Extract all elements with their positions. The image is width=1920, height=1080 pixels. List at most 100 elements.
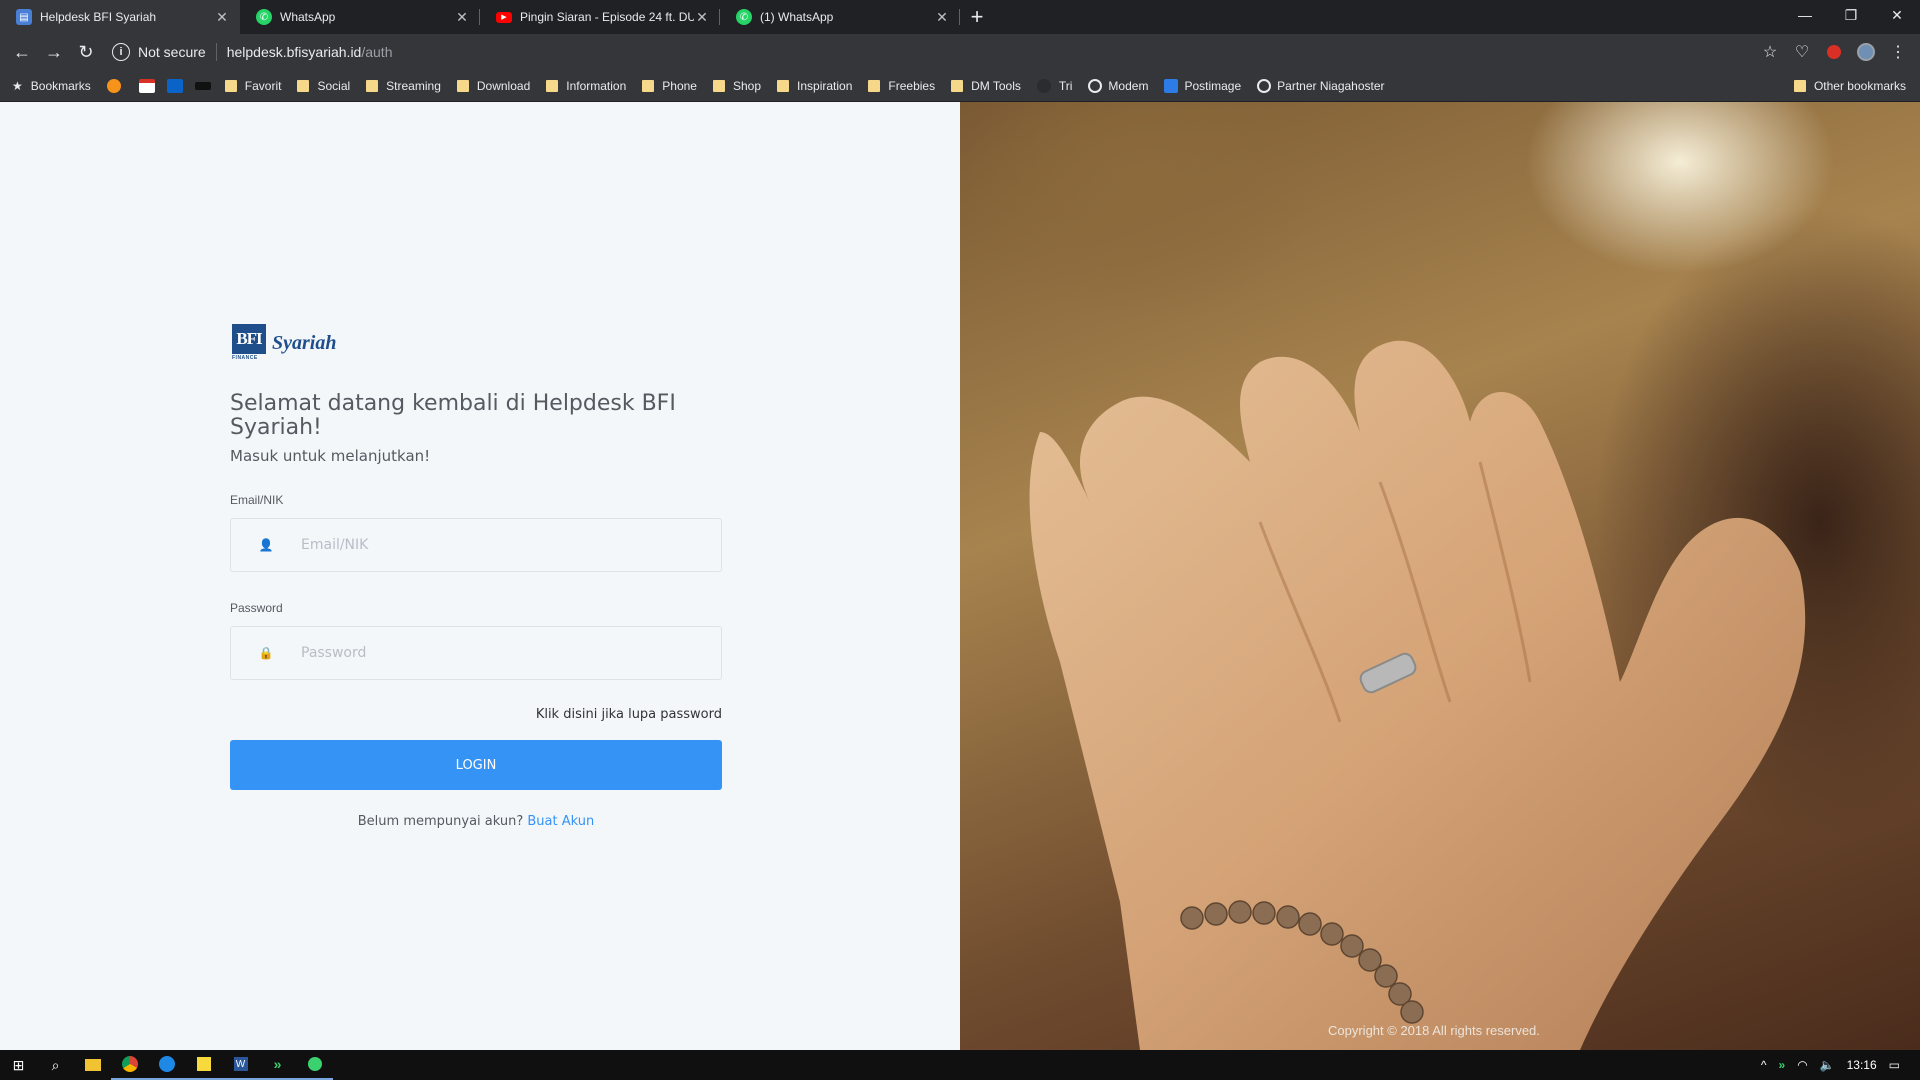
- bookmark-label: Phone: [662, 78, 697, 93]
- bookmark-gmail[interactable]: [138, 78, 155, 93]
- chrome-icon[interactable]: [111, 1050, 148, 1080]
- tab-whatsapp-2[interactable]: ✆ (1) WhatsApp ✕: [720, 0, 960, 34]
- password-input[interactable]: [301, 645, 681, 661]
- page-subtitle: Masuk untuk melanjutkan!: [230, 447, 431, 465]
- bookmark-folder[interactable]: Freebies: [868, 79, 935, 93]
- info-icon[interactable]: i: [112, 43, 130, 61]
- folder-icon: [297, 79, 310, 92]
- toolbar-actions: ☆ ♡ ⋮: [1754, 36, 1914, 68]
- youtube-icon: ▶: [496, 11, 512, 23]
- bookmark-media[interactable]: [194, 81, 211, 90]
- address-bar[interactable]: i Not secure helpdesk.bfisyariah.id/auth: [112, 38, 1754, 66]
- bookmark-star-icon[interactable]: ☆: [1754, 36, 1786, 68]
- menu-icon[interactable]: ⋮: [1882, 36, 1914, 68]
- word-icon[interactable]: W: [222, 1050, 259, 1080]
- folder-icon: [366, 79, 379, 92]
- bookmark-label: Streaming: [386, 78, 441, 93]
- bookmark-postimage[interactable]: Postimage: [1164, 78, 1242, 93]
- forgot-password-link[interactable]: Klik disini jika lupa password: [536, 707, 722, 722]
- bookmark-folder[interactable]: Phone: [642, 79, 697, 93]
- pocket-icon[interactable]: ♡: [1786, 36, 1818, 68]
- bookmark-tri[interactable]: Tri: [1036, 78, 1073, 93]
- folder-icon: [712, 79, 725, 92]
- tab-youtube[interactable]: ▶ Pingin Siaran - Episode 24 ft. DU ✕: [480, 0, 720, 34]
- reload-icon[interactable]: ↻: [70, 36, 102, 68]
- email-input[interactable]: [301, 537, 681, 553]
- windows-start-icon[interactable]: ⊞: [0, 1050, 37, 1080]
- file-explorer-icon[interactable]: [74, 1050, 111, 1080]
- bookmark-label: Tri: [1058, 78, 1073, 93]
- bookmark-folder[interactable]: Inspiration: [777, 79, 852, 93]
- chevron-up-icon[interactable]: ^: [1761, 1058, 1767, 1072]
- email-label: Email/NIK: [230, 493, 284, 507]
- app-icon[interactable]: [148, 1050, 185, 1080]
- bookmark-label: Social: [317, 78, 351, 93]
- bookmark-folder[interactable]: Information: [546, 79, 626, 93]
- minimize-icon[interactable]: —: [1782, 0, 1828, 30]
- globe-icon: [1257, 78, 1272, 93]
- volume-icon[interactable]: 🔈: [1820, 1058, 1835, 1072]
- signup-prompt-text: Belum mempunyai akun?: [357, 814, 524, 829]
- bookmark-folder[interactable]: DM Tools: [951, 79, 1021, 93]
- folder-icon: [951, 79, 964, 92]
- app-green-icon[interactable]: [296, 1050, 333, 1080]
- sticky-notes-icon[interactable]: [185, 1050, 222, 1080]
- profile-avatar-icon[interactable]: [1850, 36, 1882, 68]
- user-icon: 👤: [258, 538, 274, 552]
- bookmark-label: Partner Niagahoster: [1277, 78, 1385, 93]
- close-icon[interactable]: ✕: [934, 9, 950, 25]
- extension-icon[interactable]: [1818, 36, 1850, 68]
- bookmark-label: Freebies: [888, 78, 936, 93]
- wifi-icon[interactable]: ◠: [1797, 1058, 1807, 1072]
- bookmark-outlook[interactable]: [166, 78, 183, 93]
- bookmark-bookmarks[interactable]: ★ Bookmarks: [12, 79, 91, 93]
- bookmark-folder[interactable]: Shop: [712, 78, 762, 93]
- url-path: /auth: [361, 44, 393, 60]
- new-tab-button[interactable]: +: [960, 0, 994, 34]
- folder-icon: [546, 79, 559, 92]
- signup-prompt: Belum mempunyai akun? Buat Akun: [230, 814, 722, 829]
- system-tray: ^ » ◠ 🔈 13:16 ▭: [1755, 1050, 1920, 1080]
- search-icon[interactable]: ⌕: [37, 1050, 74, 1080]
- page-title: Selamat datang kembali di Helpdesk BFI S…: [230, 391, 676, 440]
- bookmark-folder[interactable]: Favorit: [224, 78, 282, 93]
- password-label: Password: [230, 601, 283, 615]
- tab-whatsapp[interactable]: ✆ WhatsApp ✕: [240, 0, 480, 34]
- password-field[interactable]: 🔒: [230, 626, 722, 680]
- close-window-icon[interactable]: ✕: [1874, 0, 1920, 30]
- globe-icon: [1088, 78, 1103, 93]
- tab-title: WhatsApp: [280, 10, 336, 24]
- forward-icon[interactable]: →: [38, 36, 70, 68]
- windows-taskbar: ⊞ ⌕ W » ^ » ◠ 🔈 13:16 ▭: [0, 1050, 1920, 1080]
- bookmark-label: DM Tools: [971, 78, 1021, 93]
- app-tray-icon[interactable]: »: [1779, 1058, 1786, 1072]
- restore-icon[interactable]: ❐: [1828, 0, 1874, 30]
- notification-icon[interactable]: ▭: [1889, 1058, 1900, 1072]
- clock[interactable]: 13:16: [1847, 1058, 1877, 1072]
- back-icon[interactable]: ←: [6, 36, 38, 68]
- bookmark-label: Postimage: [1184, 78, 1242, 93]
- close-icon[interactable]: ✕: [694, 9, 710, 25]
- close-icon[interactable]: ✕: [214, 9, 230, 25]
- login-button[interactable]: LOGIN: [230, 740, 722, 790]
- bookmark-folder[interactable]: Streaming: [366, 79, 441, 93]
- close-icon[interactable]: ✕: [454, 9, 470, 25]
- create-account-link[interactable]: Buat Akun: [527, 814, 594, 829]
- bookmark-niagahoster[interactable]: Partner Niagahoster: [1257, 78, 1385, 93]
- tab-helpdesk[interactable]: ▤ Helpdesk BFI Syariah ✕: [0, 0, 240, 34]
- app-arrow-icon[interactable]: »: [259, 1050, 296, 1080]
- email-field[interactable]: 👤: [230, 518, 722, 572]
- bookmark-label: Favorit: [244, 78, 282, 93]
- other-bookmarks[interactable]: Other bookmarks: [1793, 70, 1906, 102]
- bookmarks-bar: ★ Bookmarks Favorit Social Streaming Down…: [0, 70, 1920, 102]
- browser-toolbar: ← → ↻ i Not secure helpdesk.bfisyariah.i…: [0, 34, 1920, 70]
- bookmark-label: Shop: [732, 78, 762, 93]
- bookmark-modem[interactable]: Modem: [1088, 78, 1149, 93]
- bookmark-folder[interactable]: Social: [297, 79, 350, 93]
- bookmark-folder[interactable]: Download: [456, 79, 530, 93]
- bookmark-label: Modem: [1108, 78, 1149, 93]
- bookmark-bitcoin[interactable]: [106, 78, 127, 93]
- praying-hands-illustration: [1029, 340, 1806, 1050]
- tab-title: Pingin Siaran - Episode 24 ft. DU: [520, 10, 694, 24]
- other-bookmarks-label: Other bookmarks: [1813, 79, 1906, 93]
